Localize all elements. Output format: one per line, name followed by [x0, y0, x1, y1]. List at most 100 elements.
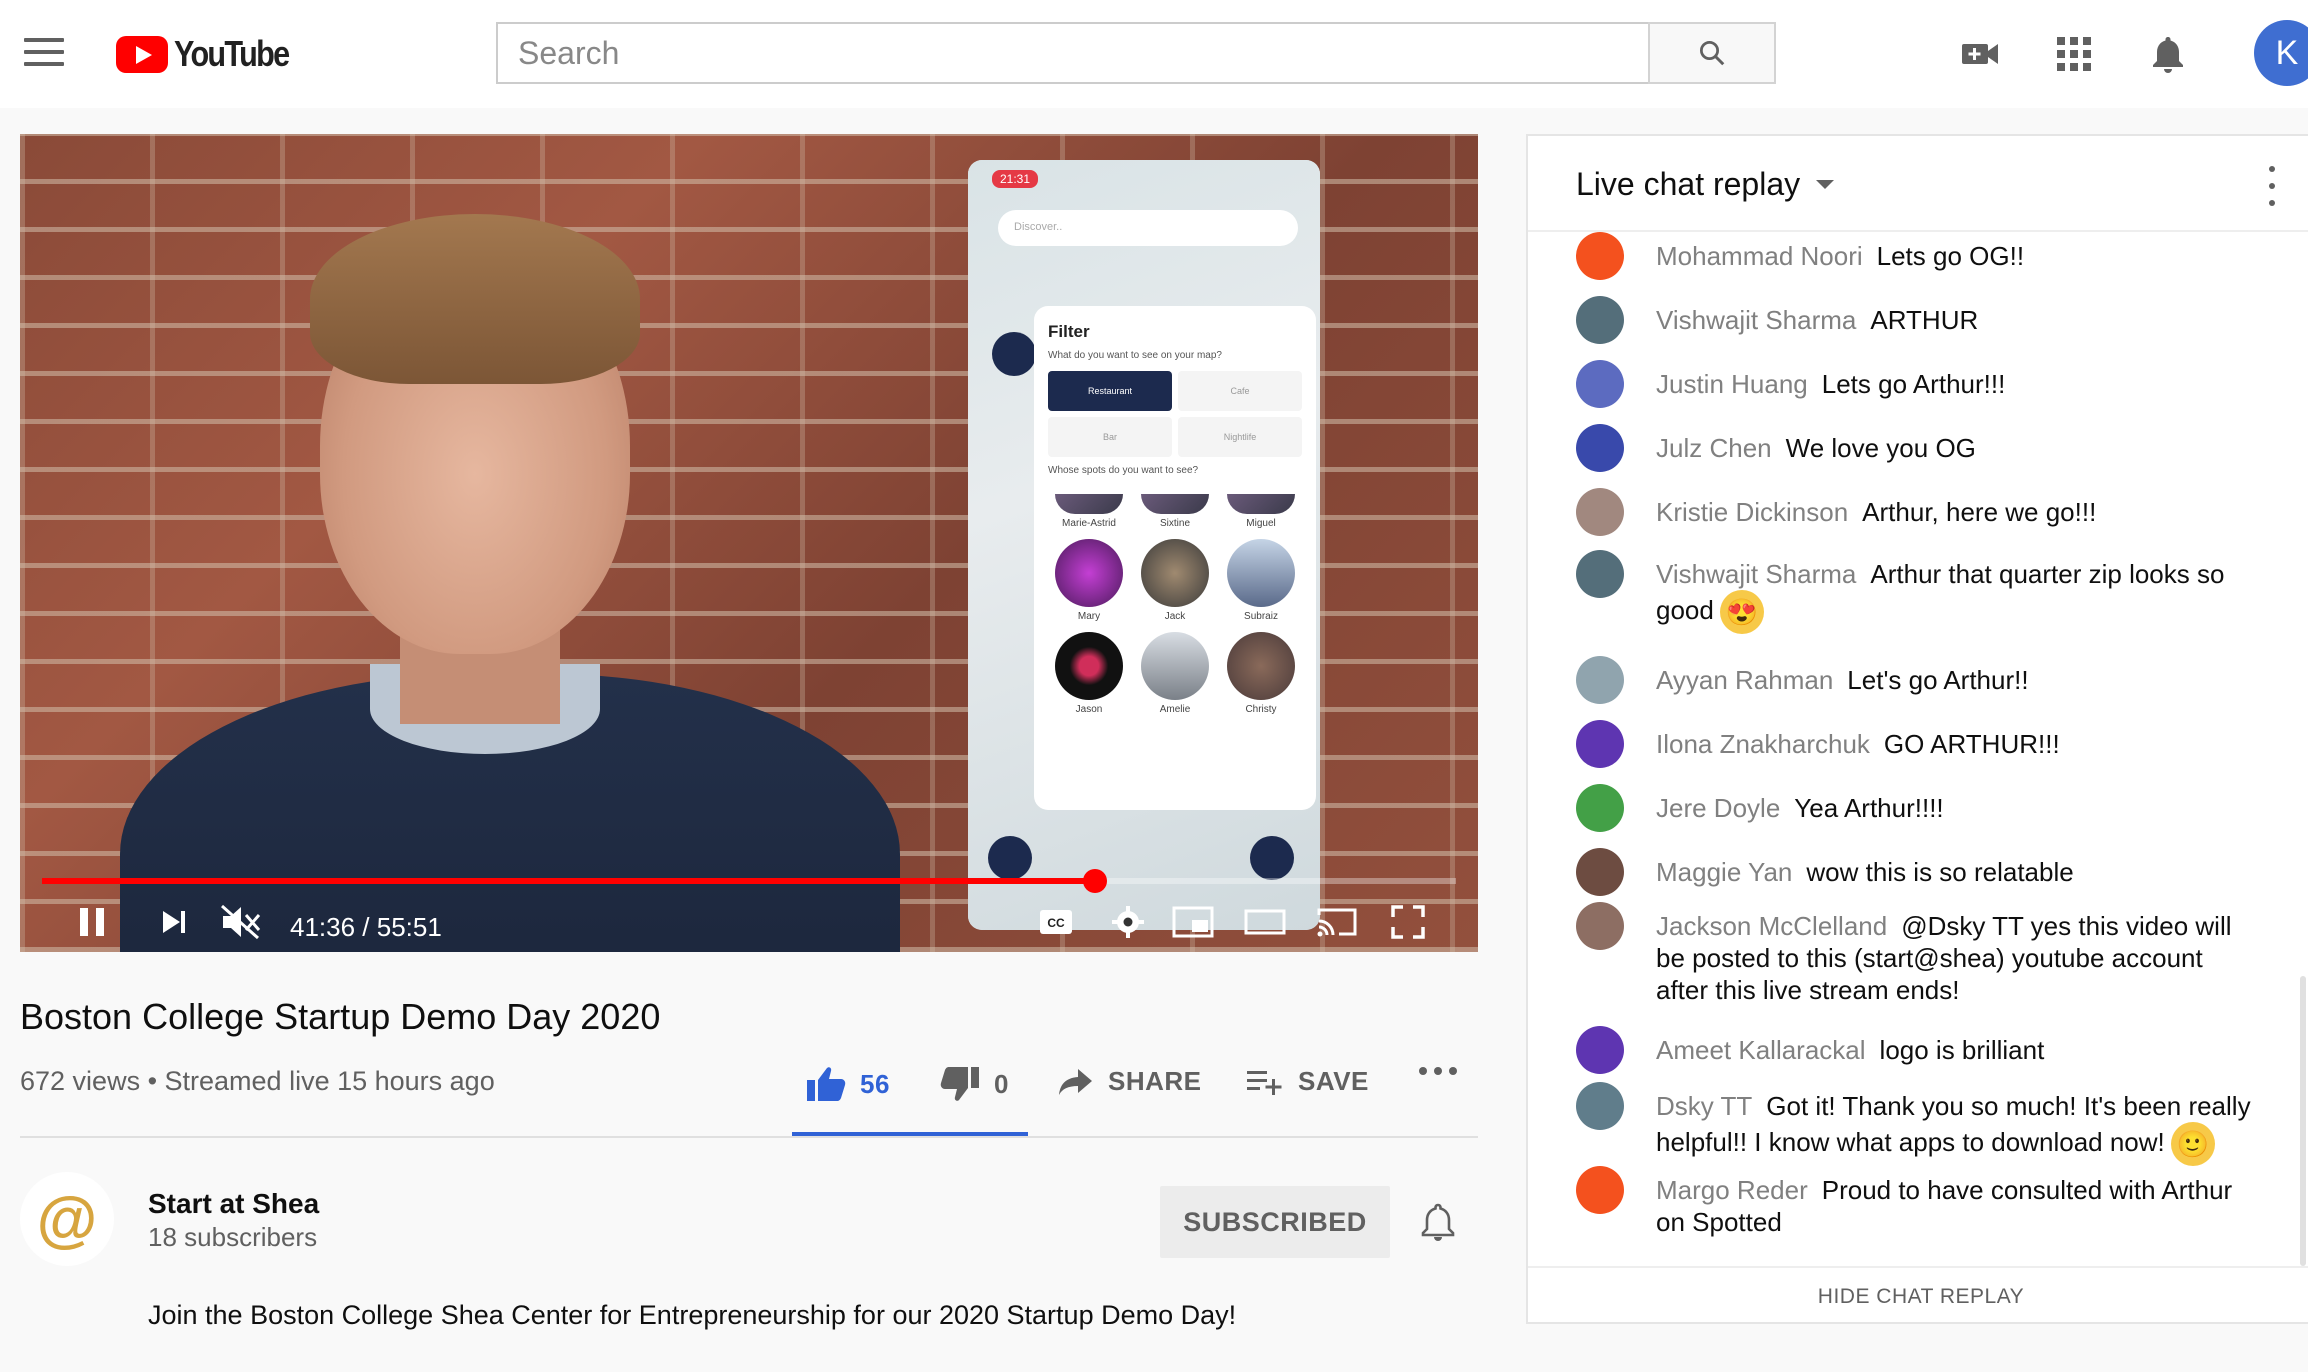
chevron-down-icon [1816, 180, 1835, 189]
friend-avatar [1141, 632, 1209, 700]
chat-author-name[interactable]: Jere Doyle [1656, 793, 1780, 823]
captions-icon[interactable]: CC [1036, 900, 1076, 944]
like-count: 56 [860, 1068, 890, 1099]
video-description: Join the Boston College Shea Center for … [148, 1300, 1237, 1330]
friend-name: Jason [1075, 704, 1103, 715]
chat-author-name[interactable]: Ameet Kallarackal [1656, 1035, 1866, 1065]
chat-author-avatar[interactable] [1576, 232, 1624, 280]
hide-chat-replay-button[interactable]: HIDE CHAT REPLAY [1528, 1266, 2308, 1326]
logo-text: YouTube [174, 33, 290, 74]
friend-item: Jason [1048, 632, 1130, 715]
chat-message: Justin Huang Lets go Arthur!!! [1576, 360, 2276, 408]
chat-message-text: GO ARTHUR!!! [1883, 729, 2060, 759]
chat-header: Live chat replay [1528, 136, 2308, 232]
chat-author-name[interactable]: Maggie Yan [1656, 857, 1792, 887]
chat-mode-dropdown[interactable]: Live chat replay [1576, 166, 1835, 203]
divider [20, 1136, 1478, 1138]
phone-clock: 21:31 [992, 170, 1039, 188]
cast-icon[interactable] [1312, 900, 1362, 944]
chat-author-avatar[interactable] [1576, 296, 1624, 344]
create-video-icon[interactable] [1956, 30, 2004, 78]
chat-author-avatar[interactable] [1576, 424, 1624, 472]
friend-avatar [1141, 539, 1209, 607]
more-actions-button[interactable] [1418, 1066, 1458, 1076]
chat-author-avatar[interactable] [1576, 1026, 1624, 1074]
chat-author-avatar[interactable] [1576, 360, 1624, 408]
chat-author-name[interactable]: Ayyan Rahman [1656, 665, 1833, 695]
chat-author-avatar[interactable] [1576, 656, 1624, 704]
channel-avatar[interactable]: @ [20, 1172, 114, 1266]
friend-item: Jack [1134, 539, 1216, 622]
channel-logo-glyph: @ [36, 1184, 98, 1254]
chat-author-avatar[interactable] [1576, 848, 1624, 896]
channel-notifications-bell-icon[interactable] [1414, 1196, 1462, 1248]
search-button[interactable] [1648, 22, 1776, 84]
friend-name: Miguel [1246, 518, 1276, 529]
channel-name[interactable]: Start at Shea [148, 1188, 319, 1220]
friend-avatar [1055, 539, 1123, 607]
chat-author-name[interactable]: Kristie Dickinson [1656, 497, 1848, 527]
progress-played [42, 878, 1095, 884]
apps-grid-icon[interactable] [2050, 30, 2098, 78]
chat-author-avatar[interactable] [1576, 720, 1624, 768]
phone-grid-icon [1250, 836, 1294, 880]
search-input[interactable]: Search [496, 22, 1648, 84]
chat-author-avatar[interactable] [1576, 1166, 1624, 1214]
settings-gear-icon[interactable] [1106, 900, 1150, 944]
chat-author-name[interactable]: Justin Huang [1656, 369, 1808, 399]
chat-scrollbar[interactable] [2300, 976, 2306, 1266]
chat-author-name[interactable]: Jackson McClelland [1656, 911, 1887, 941]
dislike-button[interactable]: 0 [940, 1066, 1009, 1102]
chat-author-name[interactable]: Julz Chen [1656, 433, 1772, 463]
chat-message: Ameet Kallarackal logo is brilliant [1576, 1026, 2276, 1074]
chat-message: Dsky TT Got it! Thank you so much! It's b… [1576, 1082, 2276, 1166]
friend-name: Sixtine [1159, 518, 1190, 529]
chat-more-icon[interactable] [2260, 166, 2284, 206]
next-icon[interactable] [154, 900, 194, 944]
chat-message-body: Vishwajit Sharma Arthur that quarter zip … [1656, 558, 2256, 634]
friend-item: Mary [1048, 539, 1130, 622]
pause-icon[interactable] [72, 900, 112, 944]
menu-icon[interactable] [24, 38, 64, 68]
chat-message: Jackson McClelland @Dsky TT yes this vide… [1576, 902, 2276, 1006]
share-button[interactable]: SHARE [1058, 1066, 1202, 1097]
chat-author-avatar[interactable] [1576, 550, 1624, 598]
miniplayer-icon[interactable] [1168, 900, 1218, 944]
player-controls: 41:36 / 55:51 CC [20, 894, 1478, 952]
progress-bar[interactable] [42, 869, 1456, 893]
chat-author-name[interactable]: Vishwajit Sharma [1656, 305, 1856, 335]
save-button[interactable]: SAVE [1246, 1066, 1369, 1097]
filter-question: What do you want to see on your map? [1048, 350, 1222, 361]
friend-item: Sixtine [1134, 494, 1216, 529]
notifications-bell-icon[interactable] [2144, 30, 2192, 78]
chat-message-text: wow this is so relatable [1806, 857, 2074, 887]
chat-author-avatar[interactable] [1576, 488, 1624, 536]
mute-icon[interactable] [216, 900, 266, 944]
chat-author-name[interactable]: Vishwajit Sharma [1656, 559, 1856, 589]
friend-item: Amelie [1134, 632, 1216, 715]
filter-title: Filter [1048, 322, 1090, 341]
scrubber-handle[interactable] [1083, 869, 1107, 893]
chat-message-body: Margo Reder Proud to have consulted with … [1656, 1174, 2256, 1238]
chat-author-avatar[interactable] [1576, 902, 1624, 950]
subscribed-button[interactable]: SUBSCRIBED [1160, 1186, 1390, 1258]
account-avatar[interactable]: K [2254, 20, 2308, 86]
chat-message-body: Ayyan Rahman Let's go Arthur!! [1656, 664, 2256, 704]
chat-message: Vishwajit Sharma ARTHUR [1576, 296, 2276, 344]
theater-mode-icon[interactable] [1240, 900, 1290, 944]
youtube-logo[interactable]: YouTube [116, 33, 309, 74]
chat-author-avatar[interactable] [1576, 784, 1624, 832]
fullscreen-icon[interactable] [1386, 900, 1430, 944]
chat-author-name[interactable]: Mohammad Noori [1656, 241, 1863, 271]
chat-author-name[interactable]: Ilona Znakharchuk [1656, 729, 1870, 759]
like-button[interactable]: 56 [806, 1066, 890, 1102]
chat-message-text: Lets go Arthur!!! [1821, 369, 2006, 399]
chat-author-name[interactable]: Margo Reder [1656, 1175, 1808, 1205]
friend-name: Amelie [1159, 704, 1191, 715]
chat-message: Ilona Znakharchuk GO ARTHUR!!! [1576, 720, 2276, 768]
chat-author-avatar[interactable] [1576, 1082, 1624, 1130]
filter-chip: Nightlife [1178, 417, 1302, 457]
video-player[interactable]: 21:31 Discover.. Filter What do you want… [20, 134, 1478, 952]
chat-author-name[interactable]: Dsky TT [1656, 1091, 1752, 1121]
chat-message: Kristie Dickinson Arthur, here we go!!! [1576, 488, 2276, 536]
